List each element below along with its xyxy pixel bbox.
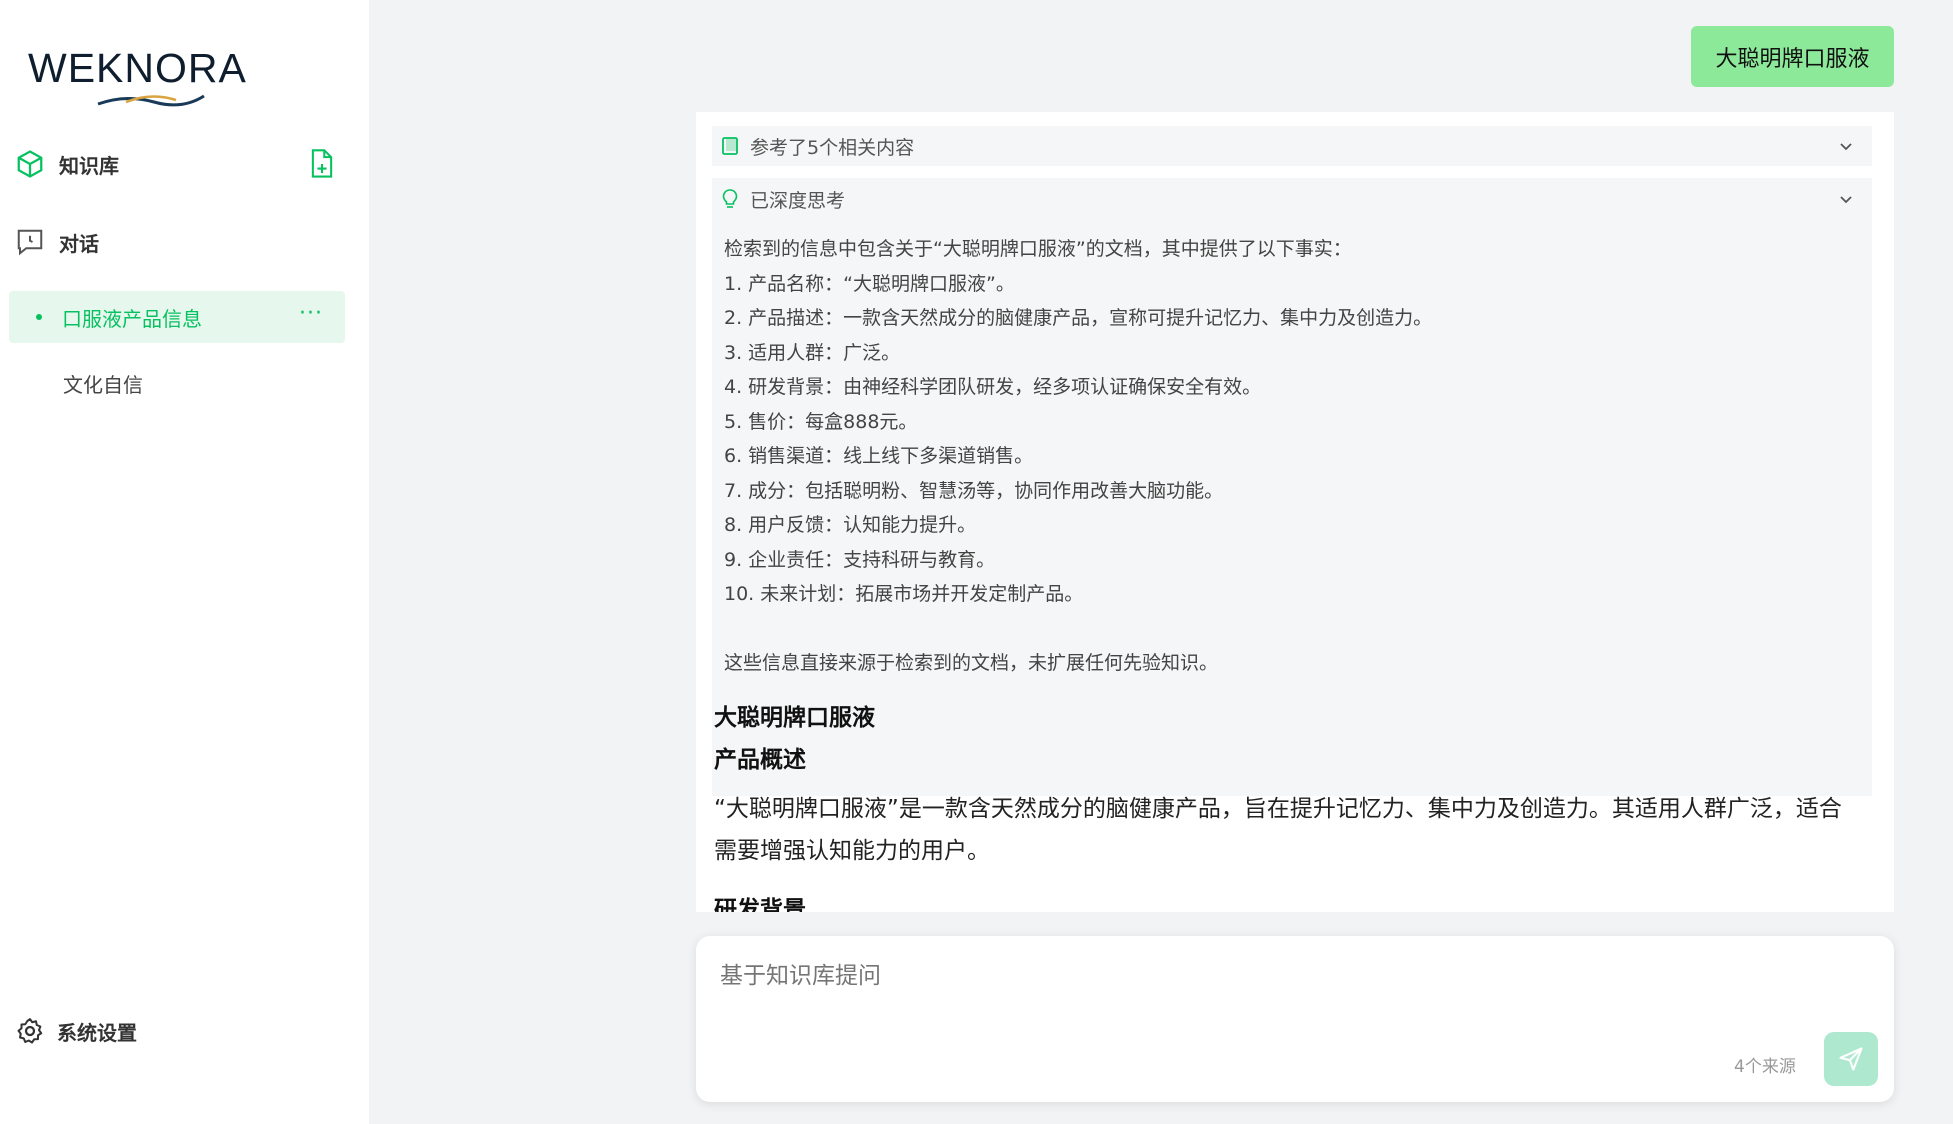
thinking-line: 1. 产品名称：“大聪明牌口服液”。 <box>724 272 1015 295</box>
thinking-label: 已深度思考 <box>750 189 846 212</box>
session-more-button[interactable]: ··· <box>299 301 323 326</box>
sidebar: WEKNORA 知识库 对话 口服液产品信息 ··· 文化自信 系统设置 <box>0 0 369 1124</box>
cube-icon <box>17 150 43 178</box>
thinking-line: 9. 企业责任：支持科研与教育。 <box>724 548 996 571</box>
thinking-content: 检索到的信息中包含关于“大聪明牌口服液”的文档，其中提供了以下事实： 1. 产品… <box>724 232 1844 681</box>
thinking-line: 10. 未来计划：拓展市场并开发定制产品。 <box>724 583 1084 605</box>
settings-label: 系统设置 <box>57 1020 137 1045</box>
session-item[interactable]: 文化自信 <box>9 358 345 408</box>
nav-chat[interactable]: 对话 <box>15 222 99 262</box>
session-title: 文化自信 <box>63 372 143 397</box>
thinking-line <box>724 612 1844 647</box>
nav-settings[interactable]: 系统设置 <box>15 1013 137 1049</box>
answer-paragraph: “大聪明牌口服液”是一款含天然成分的脑健康产品，旨在提升记忆力、集中力及创造力。… <box>714 796 1842 864</box>
references-toggle[interactable]: 参考了5个相关内容 <box>712 126 1872 166</box>
chat-bubble-icon <box>17 229 43 256</box>
thinking-line: 这些信息直接来源于检索到的文档，未扩展任何先验知识。 <box>724 652 1219 674</box>
book-icon <box>722 137 738 155</box>
assistant-answer-card: 参考了5个相关内容 已深度思考 检索到的信息中包含关于“大聪明牌口服液”的文档，… <box>696 112 1894 912</box>
thinking-line: 检索到的信息中包含关于“大聪明牌口服液”的文档，其中提供了以下事实： <box>724 238 1352 260</box>
thinking-line: 7. 成分：包括聪明粉、智慧汤等，协同作用改善大脑功能。 <box>724 479 1224 502</box>
logo-text: WEKNORA <box>28 45 247 91</box>
answer-title: 大聪明牌口服液 <box>714 705 875 731</box>
thinking-line: 5. 售价：每盒888元。 <box>724 410 918 433</box>
nav-knowledge-label: 知识库 <box>59 153 119 178</box>
logo-wave-icon <box>97 94 205 107</box>
send-icon <box>1839 1047 1863 1071</box>
app-logo[interactable]: WEKNORA <box>28 40 246 107</box>
thinking-line: 8. 用户反馈：认知能力提升。 <box>724 514 977 536</box>
file-add-icon <box>311 149 333 178</box>
nav-chat-label: 对话 <box>59 231 99 256</box>
references-summary: 参考了5个相关内容 <box>750 136 915 159</box>
session-title: 口服液产品信息 <box>62 306 202 331</box>
nav-knowledge-base[interactable]: 知识库 <box>15 144 119 184</box>
question-input[interactable] <box>718 962 1822 990</box>
thinking-line: 6. 销售渠道：线上线下多渠道销售。 <box>724 445 1034 467</box>
thinking-toggle[interactable]: 已深度思考 <box>712 178 1872 220</box>
lightbulb-icon <box>722 189 738 208</box>
answer-section-heading: 产品概述 <box>714 747 806 773</box>
answer-section-heading: 研发背景 <box>714 897 806 912</box>
gear-icon <box>17 1018 43 1044</box>
session-item-active[interactable]: 口服液产品信息 ··· <box>9 291 345 343</box>
thinking-line: 4. 研发背景：由神经科学团队研发，经多项认证确保安全有效。 <box>724 376 1262 398</box>
thinking-panel: 已深度思考 检索到的信息中包含关于“大聪明牌口服液”的文档，其中提供了以下事实：… <box>712 178 1872 796</box>
thinking-line: 2. 产品描述：一款含天然成分的脑健康产品，宣称可提升记忆力、集中力及创造力。 <box>724 307 1433 329</box>
send-button[interactable] <box>1824 1032 1878 1086</box>
chevron-down-icon <box>1840 143 1852 151</box>
sources-count[interactable]: 4个来源 <box>1734 1052 1796 1077</box>
user-message-bubble: 大聪明牌口服液 <box>1691 26 1894 87</box>
add-document-button[interactable] <box>308 148 336 180</box>
question-input-card: 4个来源 <box>696 936 1894 1102</box>
thinking-line: 3. 适用人群：广泛。 <box>724 341 901 364</box>
active-dot <box>36 314 42 320</box>
chevron-down-icon <box>1840 196 1852 204</box>
